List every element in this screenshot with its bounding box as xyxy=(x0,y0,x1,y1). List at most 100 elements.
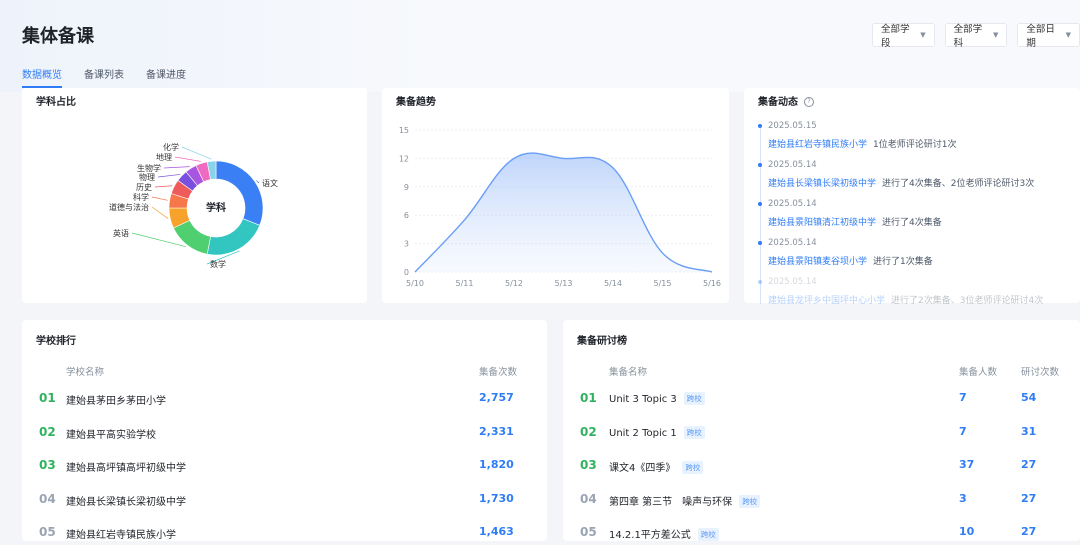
activity-item: 2025.05.15 建始县红岩寺镇民族小学 1位老师评论研讨1次 xyxy=(758,121,956,150)
lesson-name: 课文4《四季》 跨校 xyxy=(609,459,704,474)
activity-description: 进行了4次集备、2位老师评论研讨3次 xyxy=(882,179,1035,189)
activity-school-link[interactable]: 建始县长梁镇长梁初级中学 xyxy=(768,179,876,189)
discuss-count-header: 研讨次数 xyxy=(1021,367,1060,378)
timeline-dot xyxy=(758,124,762,128)
x-tick-label: 5/16 xyxy=(703,279,721,288)
table-row[interactable]: 03 课文4《四季》 跨校 37 27 xyxy=(563,458,1080,478)
activity-date: 2025.05.14 xyxy=(768,238,817,248)
donut-slice-0[interactable] xyxy=(215,160,264,226)
activity-item: 2025.05.14 建始县长梁镇长梁初级中学 进行了4次集备、2位老师评论研讨3次 xyxy=(758,160,1035,189)
table-row[interactable]: 05 14.2.1平方差公式 跨校 10 27 xyxy=(563,525,1080,545)
table-row[interactable]: 03 建始县高坪镇高坪初级中学 1,820 xyxy=(22,458,547,478)
people-count: 3 xyxy=(959,491,967,505)
school-name: 建始县高坪镇高坪初级中学 xyxy=(66,463,186,474)
activity-school-link[interactable]: 建始县景阳镇清江初级中学 xyxy=(768,218,876,228)
activity-description: 进行了4次集备 xyxy=(882,218,942,228)
page-header: 集体备课 数据概览 备课列表 备课进度 全部学段 ▼ 全部学科 ▼ 全部日期 ▼ xyxy=(0,0,1080,92)
page-title: 集体备课 xyxy=(22,26,94,47)
activity-date: 2025.05.14 xyxy=(768,199,817,209)
lesson-count: 2,331 xyxy=(479,424,514,438)
caret-down-icon: ▼ xyxy=(920,31,926,39)
date-filter-select[interactable]: 全部日期 ▼ xyxy=(1017,23,1080,49)
y-tick-label: 12 xyxy=(399,154,409,163)
cross-school-badge: 跨校 xyxy=(739,494,761,508)
activity-description: 进行了2次集备、3位老师评论研讨4次 xyxy=(891,296,1044,306)
trend-area-chart: 0 3 6 9 12 15 5/10 5/11 5/12 5/13 5/14 5/15 5/16 xyxy=(399,126,721,288)
timeline-dot xyxy=(758,241,762,245)
caret-down-icon: ▼ xyxy=(992,31,999,39)
rank-number: 04 xyxy=(39,491,56,506)
stage-filter-select[interactable]: 全部学段 ▼ xyxy=(872,23,935,49)
subject-filter-select[interactable]: 全部学科 ▼ xyxy=(944,23,1008,49)
stage-filter-label: 全部学段 xyxy=(881,24,910,49)
slice-label: 生物学 xyxy=(137,163,161,173)
caret-down-icon: ▼ xyxy=(1065,31,1072,39)
table-row[interactable]: 04 建始县长梁镇长梁初级中学 1,730 xyxy=(22,492,547,512)
activity-card: 集备动态? 2025.05.15 建始县红岩寺镇民族小学 1位老师评论研讨1次 202… xyxy=(744,88,1080,306)
activity-school-link[interactable]: 建始县景阳镇麦谷坝小学 xyxy=(768,257,867,267)
donut-center-label: 学科 xyxy=(206,201,226,214)
table-row[interactable]: 01 Unit 3 Topic 3 跨校 7 54 xyxy=(563,391,1080,411)
school-ranking-title: 学校排行 xyxy=(36,336,76,347)
date-filter-label: 全部日期 xyxy=(1026,24,1055,49)
timeline-dot xyxy=(758,163,762,167)
subject-filter-label: 全部学科 xyxy=(953,24,983,49)
donut-slice-1[interactable] xyxy=(206,218,261,256)
table-row[interactable]: 01 建始县茅田乡茅田小学 2,757 xyxy=(22,391,547,411)
activity-item: 2025.05.14 建始县龙坪乡中国坪中心小学 进行了2次集备、3位老师评论研讨4… xyxy=(758,277,1044,306)
x-tick-label: 5/15 xyxy=(654,279,672,288)
rank-number: 05 xyxy=(580,525,597,539)
rank-number: 03 xyxy=(580,458,597,472)
people-count: 7 xyxy=(959,391,967,404)
people-header: 集备人数 xyxy=(959,367,998,378)
school-name: 建始县平高实验学校 xyxy=(66,429,156,441)
slice-label: 科学 xyxy=(133,192,149,202)
discuss-count: 27 xyxy=(1021,458,1037,471)
tab-overview[interactable]: 数据概览 xyxy=(22,66,62,88)
activity-item: 2025.05.14 建始县景阳镇清江初级中学 进行了4次集备 xyxy=(758,199,942,228)
cross-school-badge: 跨校 xyxy=(683,425,705,439)
table-row[interactable]: 05 建始县红岩寺镇民族小学 1,463 xyxy=(22,525,547,545)
people-count: 10 xyxy=(959,525,975,538)
school-count-header: 集备次数 xyxy=(479,367,518,378)
lesson-name-text: 课文4《四季》 xyxy=(609,463,676,474)
people-count: 7 xyxy=(959,424,967,438)
table-row[interactable]: 04 第四章 第三节 噪声与环保 跨校 3 27 xyxy=(563,492,1080,512)
slice-label: 道德与法治 xyxy=(109,202,149,212)
help-icon[interactable]: ? xyxy=(804,97,814,107)
slice-leader-line xyxy=(256,180,260,184)
slice-label: 化学 xyxy=(163,142,179,152)
subject-share-card: 学科占比 语文 数学 英语 道德与法治 科学 历史 物理 生物学 地理 化学 学科 xyxy=(22,88,367,303)
slice-leader-line xyxy=(163,166,190,169)
tab-bar: 数据概览 备课列表 备课进度 xyxy=(22,66,186,88)
slice-leader-line xyxy=(151,196,168,201)
timeline-dot xyxy=(758,280,762,284)
rank-number: 03 xyxy=(39,458,56,472)
trend-title: 集备趋势 xyxy=(396,97,436,108)
rank-number: 02 xyxy=(580,424,597,439)
tab-lesson-list[interactable]: 备课列表 xyxy=(84,66,124,88)
y-tick-label: 9 xyxy=(404,183,409,192)
lesson-count: 1,463 xyxy=(479,525,514,538)
discuss-count: 54 xyxy=(1021,391,1037,404)
lesson-name: 14.2.1平方差公式 跨校 xyxy=(609,526,719,541)
school-name: 建始县茅田乡茅田小学 xyxy=(66,396,166,407)
activity-title-text: 集备动态 xyxy=(758,97,798,108)
activity-description: 进行了1次集备 xyxy=(873,257,933,267)
activity-school-link[interactable]: 建始县红岩寺镇民族小学 xyxy=(768,140,867,150)
filter-bar: 全部学段 ▼ 全部学科 ▼ 全部日期 ▼ xyxy=(872,23,1080,49)
table-row[interactable]: 02 Unit 2 Topic 1 跨校 7 31 xyxy=(563,425,1080,445)
x-tick-label: 5/10 xyxy=(406,279,424,288)
rank-number: 05 xyxy=(39,525,56,539)
tab-lesson-progress[interactable]: 备课进度 xyxy=(146,66,186,88)
slice-leader-line xyxy=(174,156,201,162)
x-tick-label: 5/12 xyxy=(505,279,523,288)
discuss-count: 31 xyxy=(1021,424,1037,438)
slice-leader-line xyxy=(151,206,169,219)
cross-school-badge: 跨校 xyxy=(683,392,705,405)
activity-school-link[interactable]: 建始县龙坪乡中国坪中心小学 xyxy=(768,296,885,306)
activity-date: 2025.05.14 xyxy=(768,277,817,287)
activity-item: 2025.05.14 建始县景阳镇麦谷坝小学 进行了1次集备 xyxy=(758,238,933,267)
table-row[interactable]: 02 建始县平高实验学校 2,331 xyxy=(22,425,547,445)
cross-school-badge: 跨校 xyxy=(682,461,704,474)
